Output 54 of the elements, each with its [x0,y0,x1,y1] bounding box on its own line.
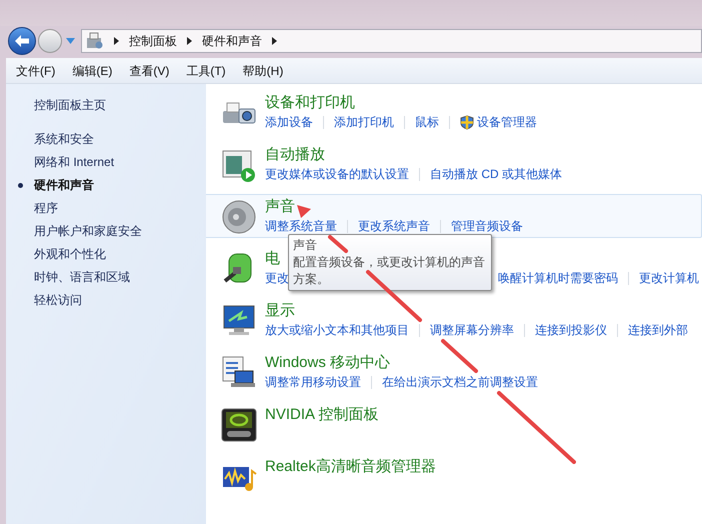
category-link[interactable]: 添加打印机 [334,114,394,130]
category-link[interactable]: 唤醒计算机时需要密码 [498,270,618,286]
category-title[interactable]: Realtek高清晰音频管理器 [265,457,436,477]
back-arrow-icon [14,34,30,48]
category-link[interactable]: 更改媒体或设备的默认设置 [265,166,409,182]
category-link[interactable]: 放大或缩小文本和其他项目 [265,322,409,338]
category-link[interactable]: 自动播放 CD 或其他媒体 [430,166,562,182]
sidebar-item[interactable]: 时钟、语言和区域 [34,268,130,286]
tooltip-text: 配置音频设备，或更改计算机的声音方案。 [293,254,486,288]
breadcrumb-arrow-icon [272,37,277,45]
category-title[interactable]: 声音 [265,197,295,217]
address-bar[interactable]: 控制面板 硬件和声音 [81,29,702,53]
menu-item[interactable]: 文件(F) [16,62,56,80]
category-title[interactable]: 自动播放 [265,145,325,165]
category-link[interactable]: 在给出演示文档之前调整设置 [382,374,538,390]
category-link[interactable]: 连接到外部 [628,322,688,338]
category-title[interactable]: Windows 移动中心 [265,353,390,373]
category-link[interactable]: 调整系统音量 [265,218,337,234]
breadcrumb-arrow-icon [187,37,192,45]
sidebar-item[interactable]: 网络和 Internet [34,153,114,171]
sidebar-item[interactable]: 控制面板主页 [34,96,106,114]
sidebar-item[interactable]: 轻松访问 [34,291,82,309]
category-link[interactable]: 设备管理器 [460,114,537,130]
category-link[interactable]: 调整屏幕分辨率 [430,322,514,338]
dropdown-caret-icon [66,38,75,44]
category-link[interactable]: 连接到投影仪 [535,322,607,338]
sidebar-item[interactable]: 硬件和声音 [34,176,94,194]
category-link[interactable]: 更改 [265,270,289,286]
breadcrumb-arrow-icon [114,37,119,45]
sidebar-item[interactable]: 用户帐户和家庭安全 [34,222,142,240]
category-title[interactable]: 设备和打印机 [265,93,355,113]
back-button[interactable] [8,27,36,55]
speaker-icon [221,199,257,235]
sidebar-item[interactable]: 程序 [34,199,58,217]
sidebar-item[interactable]: 外观和个性化 [34,245,106,263]
sidebar-item[interactable]: 系统和安全 [34,130,94,148]
category-link[interactable]: 添加设备 [265,114,313,130]
category-title[interactable]: 显示 [265,301,295,321]
category-link[interactable]: 管理音频设备 [451,218,523,234]
breadcrumb-link[interactable]: 硬件和声音 [202,32,262,50]
graphics-card-icon [221,407,257,443]
menu-item[interactable]: 帮助(H) [242,62,284,80]
category-link[interactable]: 鼠标 [415,114,439,130]
breadcrumb-link[interactable]: 控制面板 [129,32,177,50]
category-link[interactable]: 更改计算机 [639,270,699,286]
tooltip-title: 声音 [293,237,318,254]
category-link[interactable]: 更改系统声音 [358,218,430,234]
menu-item[interactable]: 查看(V) [129,62,170,80]
control-panel-icon [86,32,104,50]
category-link[interactable]: 调整常用移动设置 [265,374,361,390]
category-title[interactable]: 电 [265,249,280,269]
category-title[interactable]: NVIDIA 控制面板 [265,405,378,425]
menu-item[interactable]: 编辑(E) [72,62,112,80]
menu-item[interactable]: 工具(T) [186,62,226,80]
